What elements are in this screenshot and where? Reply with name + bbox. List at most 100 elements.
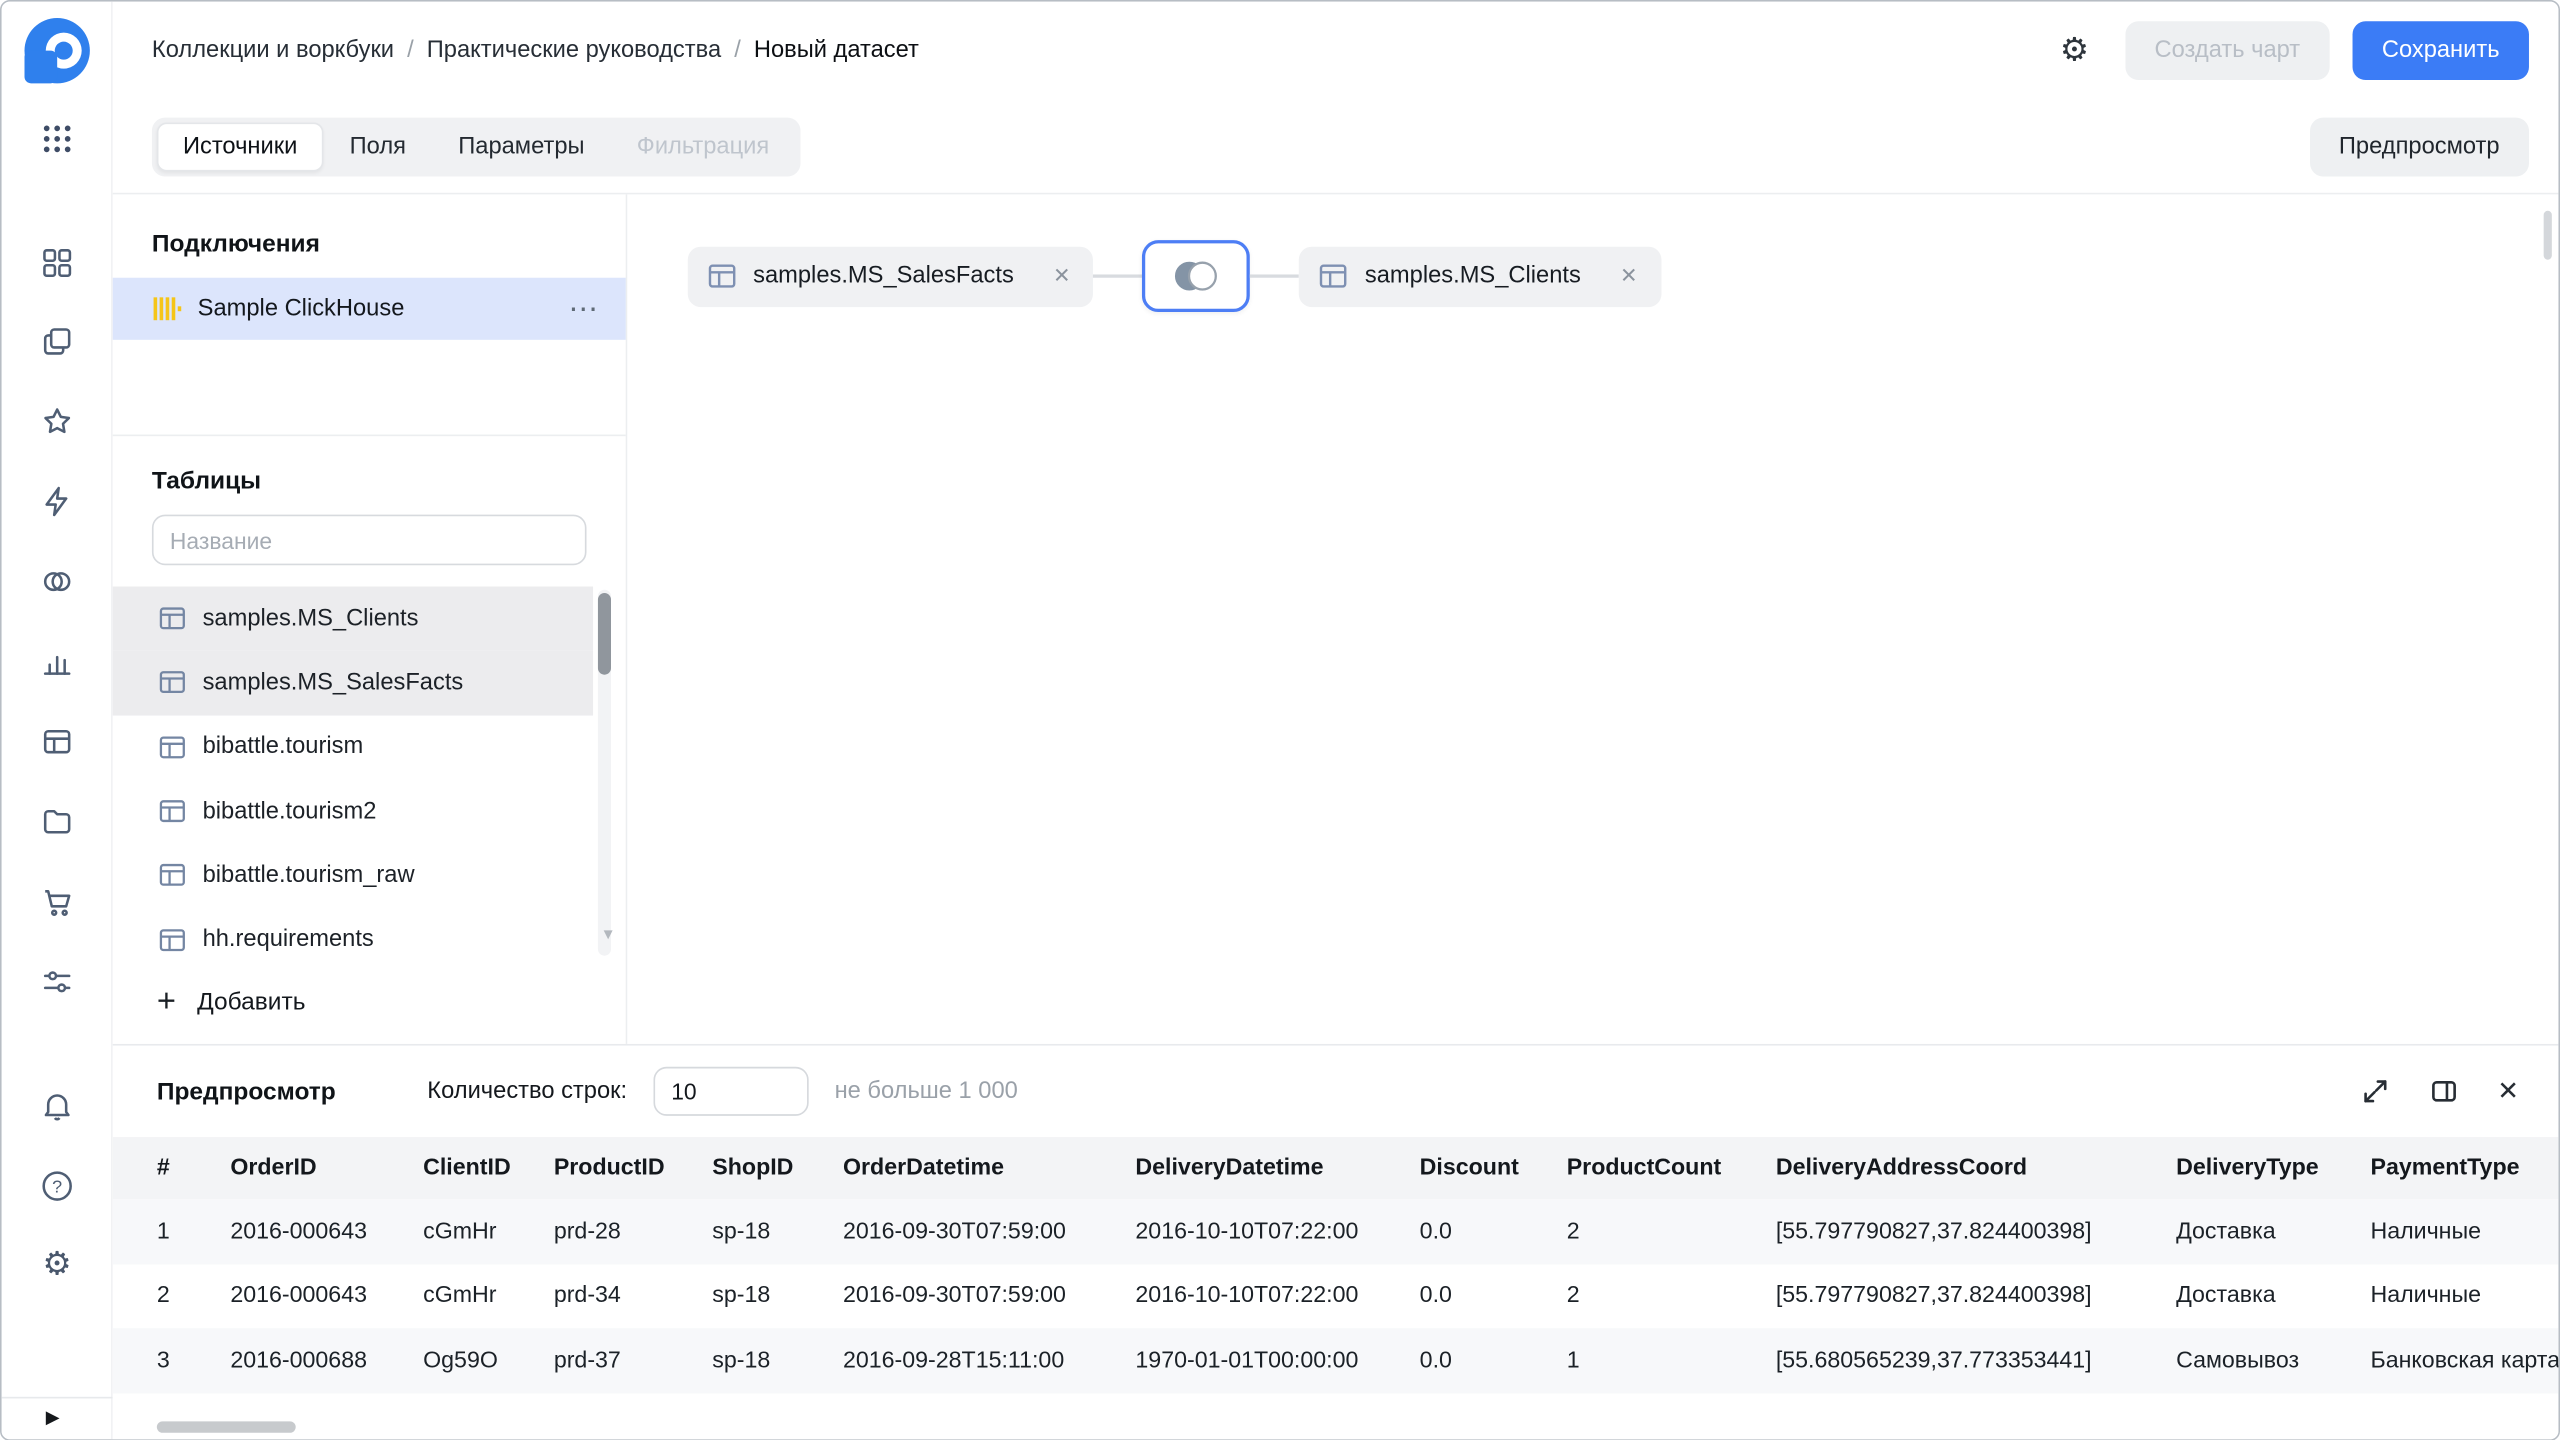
preview-title: Предпросмотр [156,1077,336,1106]
topbar: Коллекции и воркбуки / Практические руко… [112,1,2559,100]
join-type-button[interactable] [1142,240,1251,313]
preview-horizontal-scrollbar-thumb[interactable] [156,1421,296,1433]
dock-panel-icon[interactable] [2429,1077,2458,1106]
table-icon [159,736,185,758]
column-header: ProductCount [1566,1155,1722,1182]
cell: 2016-10-10T07:22:00 [1135,1282,1359,1310]
storage-folder-icon[interactable] [39,804,75,840]
cell: 2016-09-30T07:59:00 [842,1282,1066,1310]
column-header: OrderID [230,1155,317,1182]
close-preview-icon[interactable]: ✕ [2497,1075,2519,1108]
canvas-scrollbar-thumb[interactable] [2543,210,2552,260]
table-list-item[interactable]: bibattle.tourism [113,715,593,779]
source-chip-clients[interactable]: samples.MS_Clients ✕ [1299,245,1661,307]
cell: 2 [156,1282,170,1310]
table-icon [159,864,185,887]
tables-grid-icon[interactable] [39,724,75,760]
datasets-venn-icon[interactable] [39,564,75,600]
cell: sp-18 [712,1347,771,1374]
column-header: DeliveryDatetime [1135,1155,1324,1182]
tab-fields[interactable]: Поля [323,122,432,171]
svg-text:?: ? [52,1176,62,1196]
workbooks-icon[interactable] [39,323,75,359]
table-name: samples.MS_Clients [202,605,419,632]
cell: Наличные [2370,1282,2482,1310]
table-icon [708,264,736,288]
cell: sp-18 [712,1218,771,1245]
tab-sources[interactable]: Источники [156,121,324,171]
connection-item-sample-clickhouse[interactable]: Sample ClickHouse ⋯ [112,277,626,340]
tab-parameters[interactable]: Параметры [432,122,611,171]
tables-list: samples.MS_Clients samples.MS_SalesFacts… [112,586,626,975]
add-table-button[interactable]: + Добавить [113,985,626,1018]
screen: ? ⚙ ▶ Коллекции и воркбуки / Практически… [0,0,2560,1440]
table-search-input[interactable] [151,514,587,566]
cell: sp-18 [712,1282,771,1310]
breadcrumb-current-dataset: Новый датасет [753,37,919,64]
connections-lightning-icon[interactable] [39,484,75,520]
table-list-item[interactable]: bibattle.tourism_raw [113,843,593,907]
help-question-icon[interactable]: ? [39,1168,75,1204]
datalens-logo-icon[interactable] [20,13,95,88]
table-list-item[interactable]: samples.MS_SalesFacts [112,650,594,715]
column-header: Discount [1419,1155,1519,1182]
table-row: 3 2016-000688 Og59O prd-37 sp-18 2016-09… [112,1328,2560,1393]
settings-gear-icon[interactable]: ⚙ [39,1247,75,1283]
dataset-tabs: Источники Поля Параметры Фильтрация [151,116,801,176]
source-name: samples.MS_Clients [1364,263,1581,290]
cell: 1 [1566,1347,1580,1374]
row-count-input[interactable] [653,1066,809,1116]
table-list-item[interactable]: hh.requirements [113,907,593,971]
expand-preview-icon[interactable] [2360,1077,2389,1106]
save-button[interactable]: Сохранить [2352,21,2529,81]
create-chart-button[interactable]: Создать чарт [2125,21,2330,81]
breadcrumb: Коллекции и воркбуки / Практические руко… [152,38,919,64]
breadcrumb-guides[interactable]: Практические руководства [427,38,721,64]
table-name: hh.requirements [202,926,374,953]
column-header: ClientID [423,1155,511,1182]
dataset-settings-gear-icon[interactable]: ⚙ [2060,34,2089,67]
cell: [55.680565239,37.773353441] [1775,1347,2092,1374]
preview-table-header: # OrderID ClientID ProductID ShopID Orde… [112,1137,2559,1200]
table-row: 1 2016-000643 cGmHr prd-28 sp-18 2016-09… [112,1199,2559,1264]
join-flow: samples.MS_SalesFacts ✕ samples.MS_Clien… [687,240,1661,313]
cell: Доставка [2176,1282,2276,1310]
left-rail: ? ⚙ ▶ [1,1,113,1440]
cell: 0.0 [1419,1347,1452,1374]
tab-filtering[interactable]: Фильтрация [611,122,796,171]
cell: prd-34 [553,1282,621,1310]
charts-bar-icon[interactable] [39,644,75,680]
services-sliders-icon[interactable] [39,964,75,1000]
marketplace-cart-icon[interactable] [39,884,75,920]
table-list-item[interactable]: samples.MS_Clients [112,586,594,651]
cell: [55.797790827,37.824400398] [1775,1282,2092,1310]
remove-source-icon[interactable]: ✕ [1620,263,1638,289]
dashboards-icon[interactable] [39,245,75,281]
preview-table-body: 1 2016-000643 cGmHr prd-28 sp-18 2016-09… [112,1199,2560,1393]
tables-title: Таблицы [151,467,262,496]
notifications-bell-icon[interactable] [39,1088,75,1124]
join-venn-icon [1175,261,1218,291]
breadcrumb-collections[interactable]: Коллекции и воркбуки [152,38,394,64]
collapse-play-icon[interactable]: ▶ [46,1407,60,1428]
source-chip-salesfacts[interactable]: samples.MS_SalesFacts ✕ [687,245,1094,307]
table-icon [1320,264,1348,288]
scroll-down-icon[interactable]: ▾ [604,923,613,945]
cell: Банковская карта [2370,1347,2560,1374]
preview-toggle-button[interactable]: Предпросмотр [2309,116,2529,176]
breadcrumb-separator: / [407,37,414,64]
apps-grid-icon[interactable] [39,121,75,157]
cell: Og59O [423,1347,498,1374]
cell: prd-28 [553,1218,621,1245]
column-header: PaymentType [2370,1155,2520,1182]
sources-canvas: samples.MS_SalesFacts ✕ samples.MS_Clien… [627,194,2559,1044]
cell: prd-37 [553,1347,621,1374]
remove-source-icon[interactable]: ✕ [1053,263,1071,289]
tables-scrollbar-thumb[interactable] [597,593,612,675]
table-list-item[interactable]: bibattle.tourism2 [113,779,593,843]
cell: 3 [156,1347,170,1374]
favorites-star-icon[interactable] [39,404,75,440]
table-name: bibattle.tourism [202,733,364,761]
connection-more-icon[interactable]: ⋯ [569,292,600,326]
clickhouse-icon [153,297,182,321]
